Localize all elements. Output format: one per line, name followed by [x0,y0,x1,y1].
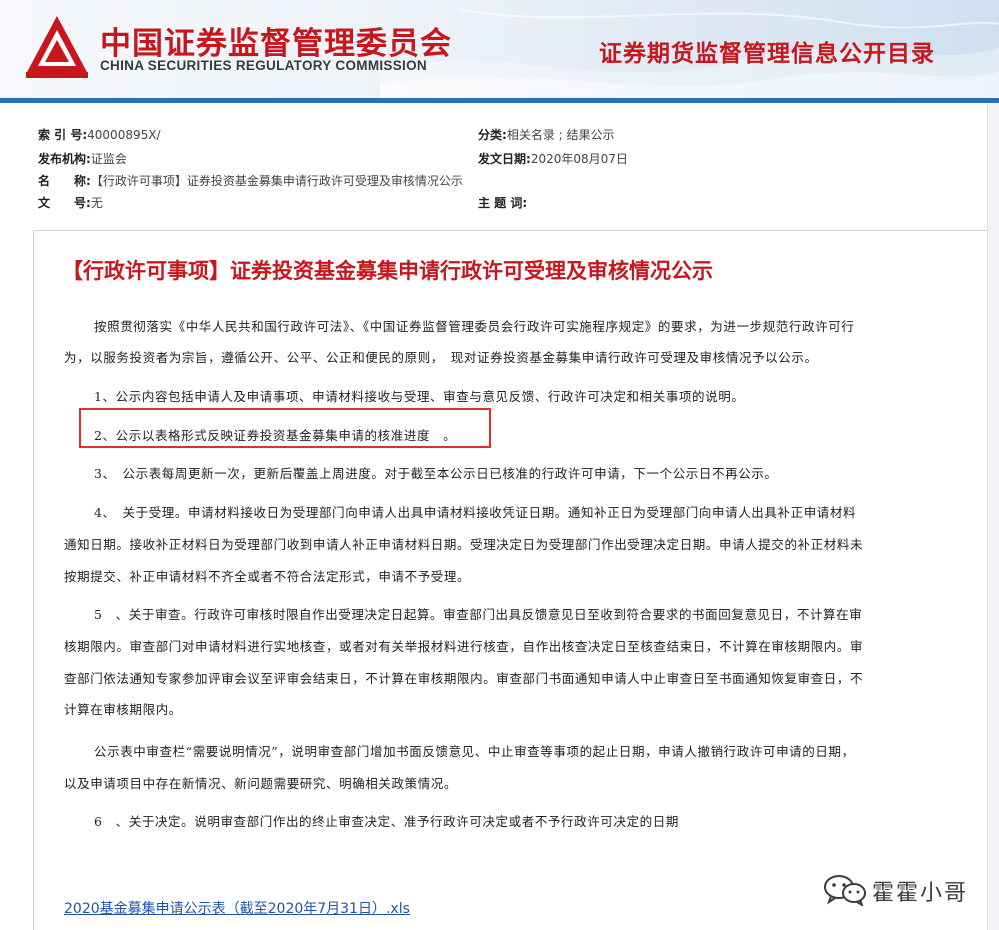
header-divider [0,98,999,103]
meta-subject: 主 题 词: [478,194,527,211]
paragraph-line: 按期提交、补正申请材料不齐全或者不符合法定形式，申请不予受理。 [64,569,471,584]
paragraph-line: 4、 关于受理。申请材料接收日为受理部门向申请人出具申请材料接收凭证日期。通知补… [94,505,857,520]
meta-index: 索 引 号:40000895X/ [38,126,161,143]
red-highlight-box [79,408,491,448]
site-header: 中国证券监督管理委员会 CHINA SECURITIES REGULATORY … [0,0,999,102]
meta-name-value: 【行政许可事项】证券投资基金募集申请行政许可受理及审核情况公示 [90,174,463,188]
meta-publisher-label: 发布机构: [38,152,91,166]
meta-index-label: 索 引 号: [38,128,88,142]
meta-publisher-value: 证监会 [90,152,127,166]
paragraph-line: 以及申请项目中存在新情况、新问题需要研究、明确相关政策情况。 [64,776,458,791]
meta-docno: 文 号:无 [38,194,103,211]
meta-docno-label: 文 号: [38,196,91,210]
meta-category-label: 分类: [478,128,507,142]
scrollbar-track[interactable] [987,103,999,930]
meta-category: 分类:相关名录 ; 结果公示 [478,126,615,143]
paragraph-line: 通知日期。接收补正材料日为受理部门收到申请人补正申请材料日期。受理决定日为受理部… [64,537,864,552]
paragraph-line: 5 、关于审查。行政许可审核时限自作出受理决定日起算。审查部门出具反馈意见日至收… [94,607,863,622]
document-title: 【行政许可事项】证券投资基金募集申请行政许可受理及审核情况公示 [62,259,713,283]
wechat-watermark: 霍霍小哥 [822,870,972,910]
paragraph-line: 按照贯彻落实《中华人民共和国行政许可法》、《中国证券监督管理委员会行政许可实施程… [94,319,855,334]
org-name-cn: 中国证券监督管理委员会 [100,26,452,62]
watermark-text: 霍霍小哥 [872,881,969,906]
csrc-logo-icon [26,16,88,78]
meta-date-value: 2020年08月07日 [530,152,628,166]
paragraph-line: 公示表中审查栏“需要说明情况”，说明审查部门增加书面反馈意见、中止审查等事项的起… [94,744,855,759]
org-name-en: CHINA SECURITIES REGULATORY COMMISSION [100,58,427,73]
meta-docno-value: 无 [90,196,103,210]
paragraph-line: 为，以服务投资者为宗旨，遵循公开、公平、公正和便民的原则， 现对证券投资基金募集… [64,350,818,365]
paragraph-line: 计算在审核期限内。 [64,702,182,717]
catalog-title: 证券期货监督管理信息公开目录 [599,41,935,67]
paragraph-line: 核期限内。审查部门对申请材料进行实地核查，或者对有关举报材料进行核查，自作出核查… [64,639,864,654]
paragraph-line: 3、 公示表每周更新一次，更新后覆盖上周进度。对于截至本公示日已核准的行政许可申… [94,466,778,481]
wechat-icon [824,875,866,906]
meta-index-value: 40000895X/ [87,128,161,142]
meta-name-label: 名 称: [38,174,91,188]
meta-date-label: 发文日期: [478,152,531,166]
paragraph-line: 1、公示内容包括申请人及申请事项、申请材料接收与受理、审查与意见反馈、行政许可决… [94,389,745,404]
paragraph-line: 6 、关于决定。说明审查部门作出的终止审查决定、准予行政许可决定或者不予行政许可… [94,814,679,829]
meta-subject-label: 主 题 词: [478,196,528,210]
attachment-xls-link[interactable]: 2020基金募集申请公示表（截至2020年7月31日）.xls [64,898,410,918]
meta-publisher: 发布机构:证监会 [38,150,127,167]
meta-date: 发文日期:2020年08月07日 [478,150,628,167]
meta-name: 名 称:【行政许可事项】证券投资基金募集申请行政许可受理及审核情况公示 [38,172,463,189]
meta-category-value: 相关名录 ; 结果公示 [506,128,615,142]
paragraph-line: 查部门依法通知专家参加评审会议至评审会结束日，不计算在审核期限内。审查部门书面通… [64,671,864,686]
